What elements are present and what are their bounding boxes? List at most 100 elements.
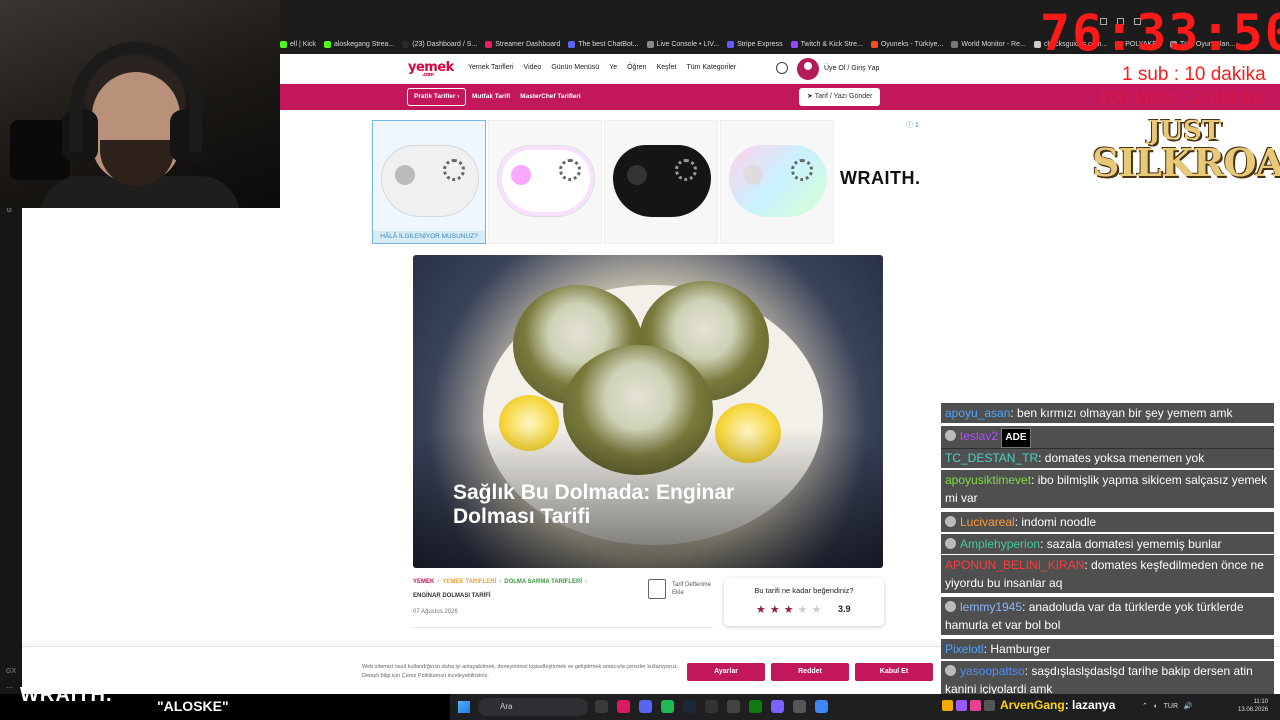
- taskbar-clock[interactable]: 11:10 13.08.2026: [1238, 698, 1268, 714]
- chat-text: : domates yoksa menemen yok: [1038, 451, 1205, 465]
- notebook-icon[interactable]: [648, 579, 666, 599]
- app-icon[interactable]: [727, 700, 740, 713]
- badge-icon: [984, 700, 995, 711]
- controller-buttons: [675, 159, 697, 181]
- breadcrumb-item[interactable]: YEMEK TARİFLERİ: [442, 579, 496, 585]
- system-tray[interactable]: ⌃ ◐ TUR 🔊: [1142, 702, 1193, 710]
- nav-link[interactable]: Ye: [609, 64, 617, 71]
- app-icon[interactable]: [771, 700, 784, 713]
- bookmark-item[interactable]: (23) Dashboard / S...: [402, 40, 478, 48]
- nav-link[interactable]: Keşfet: [657, 64, 677, 71]
- send-recipe-button[interactable]: ➤ Tarif / Yazı Gönder: [799, 88, 881, 106]
- webcam-feed: [0, 0, 280, 208]
- main-nav: Yemek Tarifleri Video Günün Menüsü Ye Öğren K…: [468, 64, 736, 71]
- sub-nav-link[interactable]: Mutfak Tarifi: [472, 93, 510, 100]
- bookmark-label: Streamer Dashboard: [495, 40, 561, 48]
- cookie-accept-button[interactable]: Kabul Et: [855, 663, 933, 681]
- chat-username[interactable]: Lucivareal: [960, 515, 1015, 529]
- opera-gx-icon[interactable]: [617, 700, 630, 713]
- bookmark-item[interactable]: Live Console • LIV...: [646, 40, 719, 48]
- bookmark-item[interactable]: The best ChatBot...: [568, 40, 639, 48]
- chrome-icon[interactable]: [815, 700, 828, 713]
- steam-icon[interactable]: [683, 700, 696, 713]
- bookmark-item[interactable]: Stripe Express: [727, 40, 783, 48]
- chat-username[interactable]: teslav2: [960, 429, 998, 443]
- pratik-tarifler-button[interactable]: Pratik Tarifler ›: [407, 88, 467, 106]
- site-logo[interactable]: yemek .com: [408, 60, 454, 78]
- chat-username[interactable]: Pixelotl: [945, 642, 984, 656]
- language-indicator: TUR: [1163, 703, 1179, 710]
- controller-ad[interactable]: HÂLÂ İLGİLENİYOR MUSUNUZ? WRAITH. ⓘ 1: [372, 120, 922, 246]
- controller-buttons: [443, 159, 465, 181]
- taskbar-search[interactable]: Ara: [478, 698, 588, 716]
- chat-message: Pixelotl: Hamburger: [941, 639, 1274, 659]
- chat-message: lemmy1945: anadoluda var da türklerde yo…: [941, 597, 1274, 635]
- bookmark-item[interactable]: Oyuneks - Türkiye...: [870, 40, 943, 48]
- controller-stick: [395, 165, 415, 185]
- nav-link[interactable]: Öğren: [627, 64, 646, 71]
- chat-username[interactable]: lemmy1945: [960, 600, 1022, 614]
- windows-start-icon[interactable]: [458, 701, 470, 713]
- task-view-icon[interactable]: [595, 700, 608, 713]
- badge-icon: [942, 700, 953, 711]
- star-icon[interactable]: ★: [784, 604, 798, 616]
- gx-icon[interactable]: GX: [6, 668, 16, 676]
- chat-username[interactable]: yasoopattso: [960, 664, 1025, 678]
- star-icon[interactable]: ★: [770, 604, 784, 616]
- transparent-controller-image: [729, 145, 827, 217]
- star-icon[interactable]: ★: [812, 604, 826, 616]
- bookmark-item[interactable]: Streamer Dashboard: [485, 40, 561, 48]
- rating-stars[interactable]: ★★★★★: [756, 603, 825, 616]
- bookmark-favicon-icon: [790, 40, 798, 48]
- rating-question: Bu tarifi ne kadar beğendiniz?: [754, 586, 854, 595]
- hero-image[interactable]: Sağlık Bu Dolmada: Enginar Dolması Tarif…: [413, 255, 883, 568]
- chat-username[interactable]: APONUN_BELINI_KIRAN: [945, 558, 1084, 572]
- ad-info-icon[interactable]: ⓘ 1: [906, 120, 919, 130]
- cookie-settings-button[interactable]: Ayarlar: [687, 663, 765, 681]
- nav-link[interactable]: Yemek Tarifleri: [468, 64, 514, 71]
- app-icon[interactable]: [793, 700, 806, 713]
- search-icon[interactable]: [776, 62, 788, 74]
- controller-stick: [743, 165, 763, 185]
- nav-link[interactable]: Video: [524, 64, 542, 71]
- chat-text: : Hamburger: [983, 642, 1051, 656]
- chat-message: Amplehyperion: sazala domatesi yememiş b…: [941, 534, 1274, 554]
- cookie-reject-button[interactable]: Reddet: [771, 663, 849, 681]
- login-links[interactable]: Üye Ol / Giriş Yap: [824, 65, 879, 72]
- breadcrumb-item[interactable]: YEMEK: [413, 579, 434, 585]
- kick-rule: 100 kicks : 2 dakika: [1098, 88, 1264, 109]
- more-icon[interactable]: ⋯: [6, 684, 16, 692]
- subathon-timer: 76:33:50: [1040, 4, 1280, 62]
- bookmark-favicon-icon: [280, 40, 287, 48]
- chat-username[interactable]: apoyusiktimevet: [945, 473, 1031, 487]
- send-recipe-label: Tarif / Yazı Gönder: [814, 93, 873, 100]
- nav-link[interactable]: Günün Menüsü: [551, 64, 599, 71]
- ad-product-card[interactable]: HÂLÂ İLGİLENİYOR MUSUNUZ?: [372, 120, 486, 244]
- bookmark-item[interactable]: Twitch & Kick Stre...: [790, 40, 863, 48]
- bookmark-item[interactable]: aloskegang Strea...: [323, 40, 394, 48]
- sub-nav-link[interactable]: MasterChef Tarifleri: [520, 93, 581, 100]
- nav-link[interactable]: Tüm Kategoriler: [686, 64, 736, 71]
- discord-icon[interactable]: [639, 700, 652, 713]
- epic-games-icon[interactable]: [705, 700, 718, 713]
- ad-product-card[interactable]: [720, 120, 834, 244]
- bookmark-item[interactable]: ell | Kick: [280, 40, 316, 48]
- ad-product-card[interactable]: [488, 120, 602, 244]
- bookmark-item[interactable]: World Monitor - Re...: [951, 40, 1026, 48]
- bookmark-label: (23) Dashboard / S...: [412, 40, 478, 48]
- star-icon[interactable]: ★: [798, 604, 812, 616]
- bookmark-label: ell | Kick: [290, 40, 316, 48]
- ad-product-card[interactable]: [604, 120, 718, 244]
- pratik-tarifler-label: Pratik Tarifler: [414, 93, 456, 100]
- chat-username[interactable]: Amplehyperion: [960, 537, 1040, 551]
- user-avatar-icon[interactable]: [797, 58, 819, 80]
- add-to-notebook-label[interactable]: Tarif Defterime Ekle: [672, 581, 722, 597]
- xbox-icon[interactable]: [749, 700, 762, 713]
- latest-chat-user: ArvenGang: [1000, 698, 1065, 712]
- chat-badge-icon: [945, 516, 956, 527]
- star-icon[interactable]: ★: [756, 604, 770, 616]
- chat-username[interactable]: TC_DESTAN_TR: [945, 451, 1038, 465]
- breadcrumb-item[interactable]: DOLMA SARMA TARİFLERİ: [504, 579, 582, 585]
- spotify-icon[interactable]: [661, 700, 674, 713]
- chat-username[interactable]: apoyu_asan: [945, 406, 1010, 420]
